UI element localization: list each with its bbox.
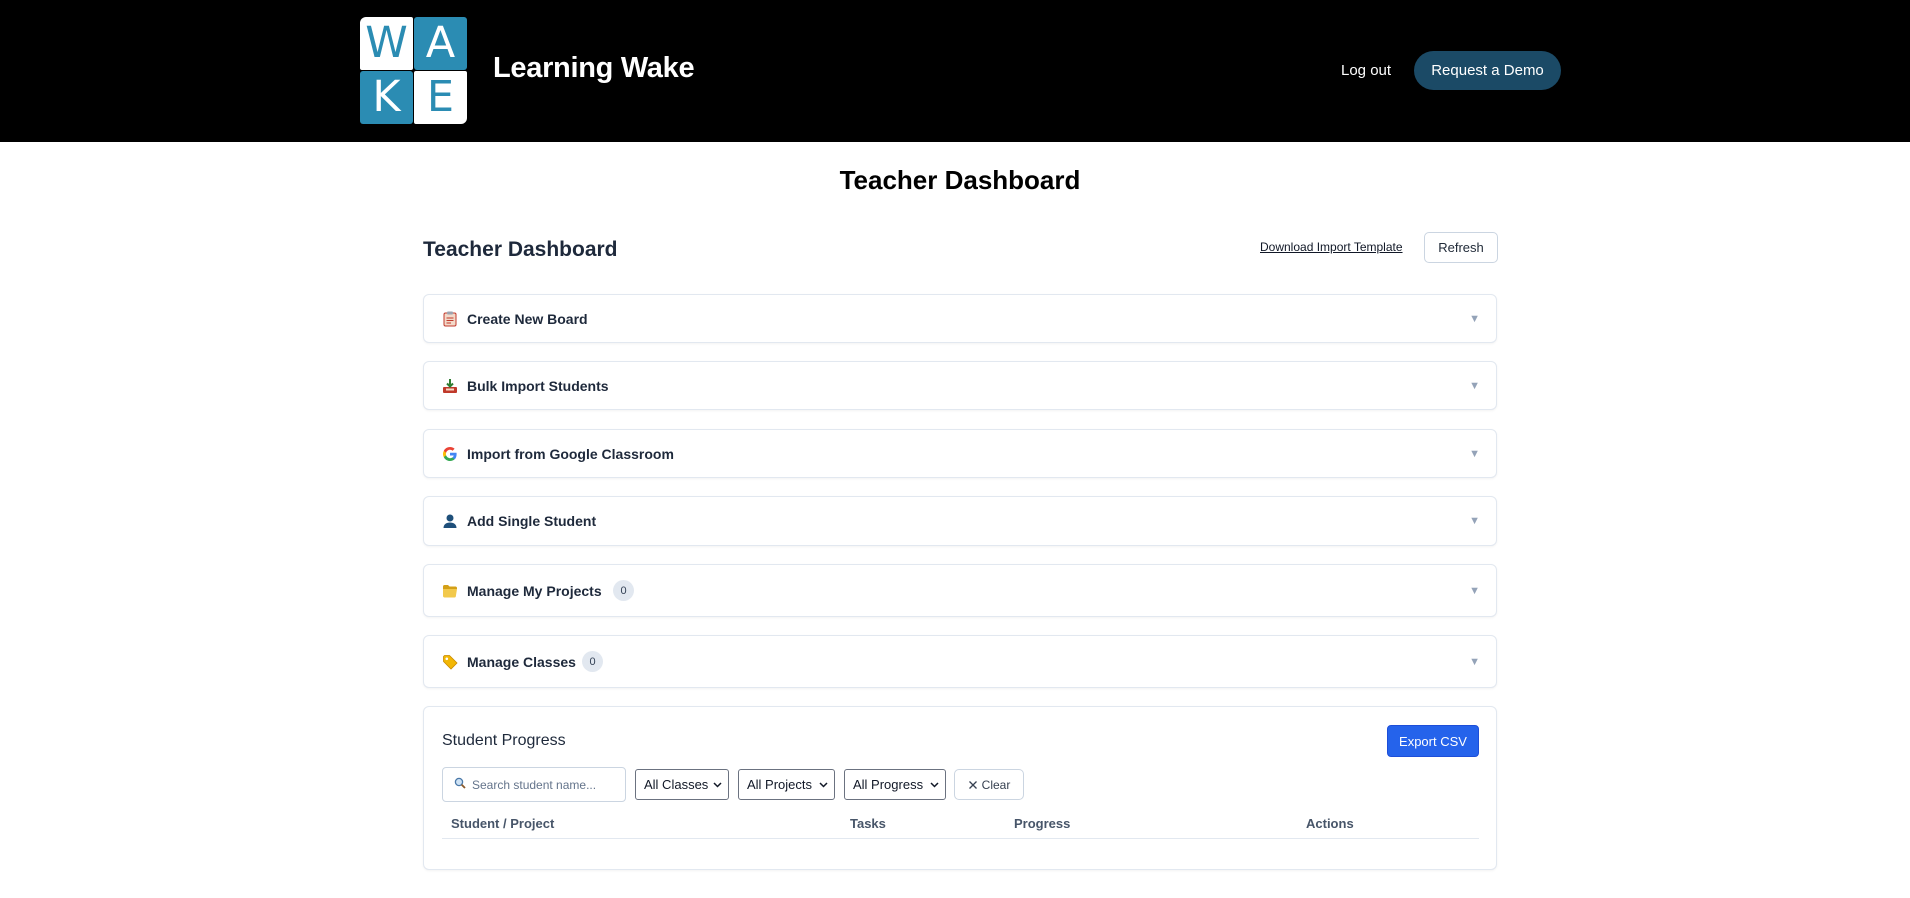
class-filter-value: All Classes: [644, 777, 709, 792]
column-header-actions: Actions: [1306, 816, 1354, 831]
clipboard-icon: [442, 311, 458, 327]
folder-icon: [442, 583, 458, 599]
close-icon: [968, 780, 978, 790]
column-header-student-project[interactable]: Student / Project: [451, 816, 554, 831]
class-filter-select[interactable]: All Classes: [635, 769, 729, 800]
inbox-tray-icon: [442, 378, 458, 394]
clear-filters-button[interactable]: Clear: [954, 769, 1024, 800]
column-header-tasks[interactable]: Tasks: [850, 816, 886, 831]
accordion-label: Add Single Student: [467, 513, 597, 529]
table-header-row: Student / Project Tasks Progress Actions: [442, 814, 1479, 839]
chevron-down-icon: ▼: [1469, 584, 1480, 597]
logo-tile-w: W: [360, 17, 413, 70]
progress-filter-select[interactable]: All Progress: [844, 769, 946, 800]
clear-label: Clear: [981, 777, 1011, 792]
search-input[interactable]: [472, 777, 617, 792]
chevron-down-icon: [930, 780, 939, 790]
dashboard-heading: Teacher Dashboard: [423, 238, 618, 261]
page-title: Teacher Dashboard: [839, 165, 1081, 195]
classes-count-badge: 0: [582, 651, 603, 672]
tag-icon: [442, 654, 458, 670]
chevron-down-icon: [713, 780, 722, 790]
logout-link[interactable]: Log out: [1341, 62, 1391, 79]
logo-tile-e: E: [414, 71, 467, 124]
top-navigation-bar: W A K E Learning Wake Log out Request a …: [0, 0, 1910, 142]
student-progress-card: Student Progress Export CSV All Classes …: [423, 706, 1497, 870]
refresh-button[interactable]: Refresh: [1424, 232, 1498, 263]
person-icon: [442, 513, 458, 529]
brand-name[interactable]: Learning Wake: [493, 52, 695, 85]
student-search-field[interactable]: [442, 767, 626, 802]
accordion-bulk-import-students[interactable]: Bulk Import Students ▼: [423, 361, 1497, 410]
logo-tile-k: K: [360, 71, 413, 124]
student-progress-title: Student Progress: [442, 732, 566, 749]
accordion-label: Manage My Projects: [467, 582, 602, 599]
chevron-down-icon: ▼: [1469, 379, 1480, 392]
download-import-template-link[interactable]: Download Import Template: [1260, 240, 1403, 254]
accordion-import-google-classroom[interactable]: Import from Google Classroom ▼: [423, 429, 1497, 478]
projects-count-badge: 0: [613, 580, 634, 601]
request-demo-button[interactable]: Request a Demo: [1414, 51, 1561, 90]
accordion-label: Bulk Import Students: [467, 377, 609, 394]
project-filter-value: All Projects: [747, 777, 813, 792]
export-csv-button[interactable]: Export CSV: [1387, 725, 1479, 757]
accordion-add-single-student[interactable]: Add Single Student ▼: [423, 496, 1497, 546]
chevron-down-icon: [819, 780, 828, 790]
chevron-down-icon: ▼: [1469, 515, 1480, 527]
wake-logo[interactable]: W A K E: [360, 17, 467, 124]
google-icon: [442, 446, 458, 462]
accordion-label: Import from Google Classroom: [467, 445, 674, 462]
project-filter-select[interactable]: All Projects: [738, 769, 835, 800]
chevron-down-icon: ▼: [1469, 312, 1480, 325]
column-header-progress[interactable]: Progress: [1014, 816, 1070, 831]
search-icon: [454, 776, 466, 794]
accordion-label: Create New Board: [467, 310, 588, 327]
chevron-down-icon: ▼: [1469, 655, 1480, 668]
accordion-create-new-board[interactable]: Create New Board ▼: [423, 294, 1497, 343]
accordion-manage-my-projects[interactable]: Manage My Projects 0 ▼: [423, 564, 1497, 617]
accordion-label: Manage Classes: [467, 653, 576, 670]
logo-tile-a: A: [414, 17, 467, 70]
progress-filter-value: All Progress: [853, 777, 924, 792]
chevron-down-icon: ▼: [1469, 447, 1480, 460]
accordion-manage-classes[interactable]: Manage Classes 0 ▼: [423, 635, 1497, 688]
